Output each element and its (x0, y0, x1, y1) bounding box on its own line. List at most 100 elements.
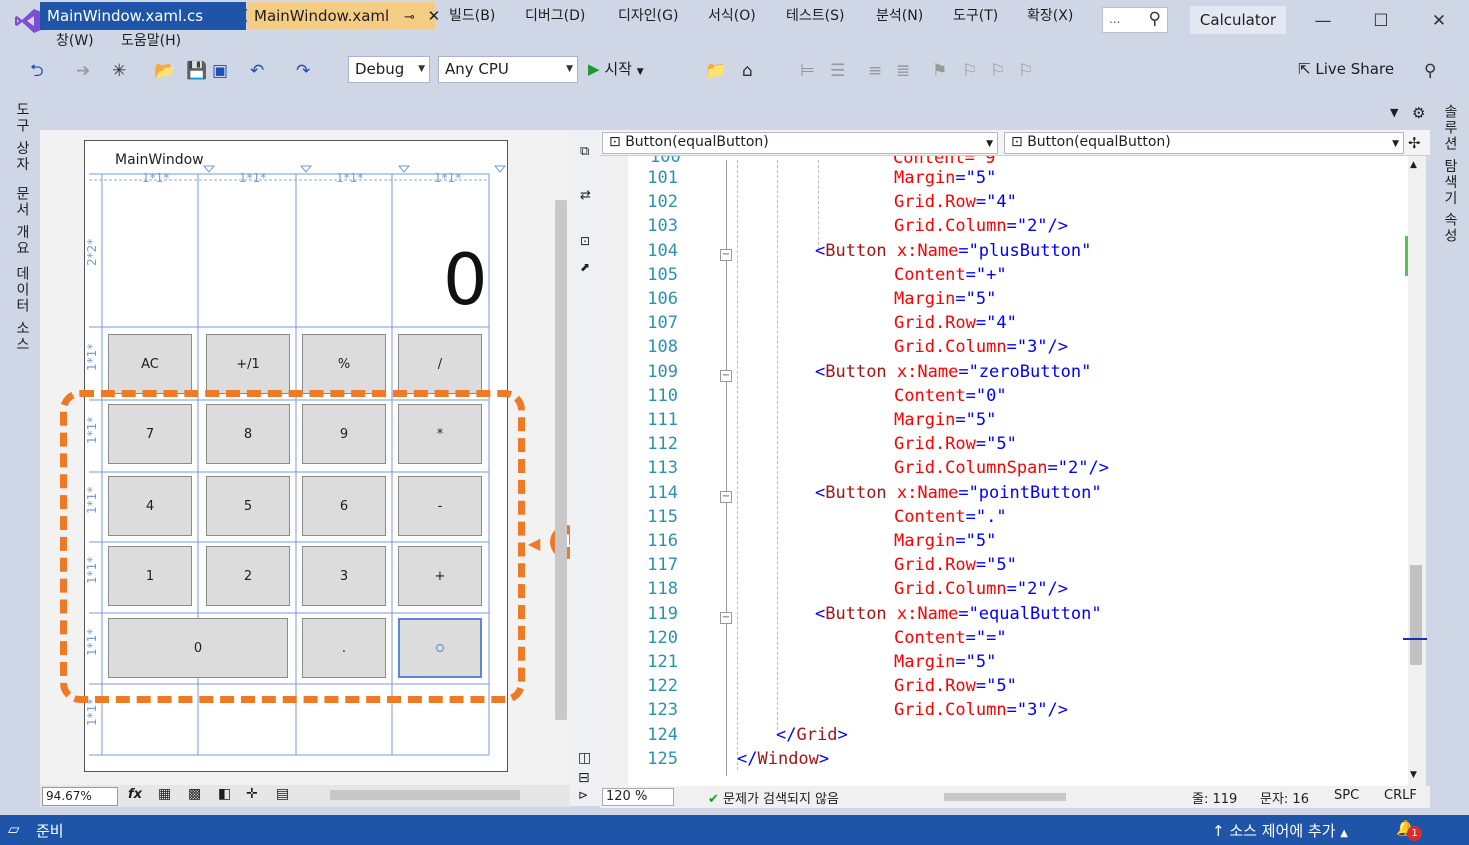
find-in-files-icon[interactable]: 📁 (705, 56, 726, 86)
grid-toggle-icon[interactable]: ▦ (158, 786, 171, 802)
collapse-block-icon[interactable]: − (720, 248, 732, 261)
platform-combo[interactable]: Any CPU ▼ (438, 56, 578, 83)
menu-item[interactable]: 빌드(B) (449, 5, 495, 25)
code-line[interactable]: <Button x:Name="equalButton" (815, 604, 1102, 624)
menu-item[interactable]: 확장(X) (1027, 5, 1073, 25)
maximize-icon[interactable]: ☐ (1366, 8, 1396, 34)
code-line[interactable]: Grid.Column="3"/> (894, 700, 1068, 720)
start-button[interactable]: ▶ 시작 ▼ (588, 58, 644, 79)
code-line[interactable]: Margin="5" (894, 531, 996, 551)
search-input[interactable]: ... ⚲ (1102, 7, 1168, 33)
artboard-icon[interactable]: ◧ (218, 786, 231, 802)
indent-icon[interactable]: ☰ (830, 56, 845, 86)
code-line[interactable]: Content="+" (894, 265, 1007, 285)
minimize-icon[interactable]: — (1308, 8, 1338, 34)
vertical-split-icon[interactable]: ◫ (578, 750, 591, 766)
clear-bookmarks-icon[interactable]: ⚐ (1018, 56, 1033, 86)
split-editor-icon[interactable]: ✢ (1408, 134, 1421, 152)
expand-pane-icon[interactable]: ⬈ (580, 260, 590, 274)
code-line[interactable]: </Window> (737, 749, 829, 769)
feedback-icon[interactable]: ⚲ (1424, 56, 1436, 86)
designer-vertical-scrollbar[interactable] (555, 200, 567, 720)
code-line[interactable]: Margin="5" (894, 168, 996, 188)
code-line[interactable]: Grid.Row="5" (894, 434, 1017, 454)
save-all-icon[interactable]: ▣ (212, 56, 228, 86)
code-line[interactable]: Grid.Row="5" (894, 676, 1017, 696)
swap-panes-icon[interactable]: ⧉ (580, 144, 589, 159)
forward-icon[interactable]: ➔ (76, 56, 90, 86)
live-share-button[interactable]: ⇱ Live Share (1298, 60, 1394, 78)
settings-gear-icon[interactable]: ⚙ (1412, 104, 1425, 122)
code-line[interactable]: Grid.Row="4" (894, 192, 1017, 212)
redo-icon[interactable]: ↷ (296, 56, 310, 86)
snap-lines-icon[interactable]: ✛ (246, 786, 258, 802)
calculator-button[interactable]: / (398, 334, 482, 394)
menu-item[interactable]: 테스트(S) (786, 5, 844, 25)
code-line[interactable]: <Button x:Name="pointButton" (815, 483, 1102, 503)
menu-item[interactable]: 분석(N) (876, 5, 923, 25)
type-dropdown[interactable]: ⊡ Button(equalButton) ▼ (602, 132, 998, 154)
comment-icon[interactable]: ≡ (868, 56, 882, 86)
uncomment-icon[interactable]: ≣ (896, 56, 910, 86)
menu-item[interactable]: 디버그(D) (525, 5, 585, 25)
toolbox-tab[interactable]: 도구 상자 (12, 102, 32, 172)
fx-toggle[interactable]: fx (128, 787, 142, 802)
scroll-down-icon[interactable]: ▼ (1410, 770, 1417, 780)
code-line[interactable]: Grid.Column="2"/> (894, 216, 1068, 236)
calculator-button[interactable]: +/1 (206, 334, 290, 394)
calculator-button[interactable]: % (302, 334, 386, 394)
collapse-block-icon[interactable]: − (720, 611, 732, 624)
close-tab-icon[interactable]: ✕ (428, 7, 441, 25)
code-line[interactable]: Content="0" (894, 386, 1007, 406)
browser-icon[interactable]: ⌂ (742, 56, 753, 86)
bookmark-icon[interactable]: ⚑ (932, 56, 947, 86)
scroll-up-icon[interactable]: ▲ (1410, 160, 1417, 170)
designer-horizontal-scrollbar[interactable] (330, 790, 520, 800)
collapse-block-icon[interactable]: − (720, 369, 732, 382)
code-line[interactable]: </Grid> (776, 725, 848, 745)
code-line[interactable]: Grid.Column="3"/> (894, 337, 1068, 357)
next-bookmark-icon[interactable]: ⚐ (990, 56, 1005, 86)
configuration-combo[interactable]: Debug ▼ (348, 56, 430, 83)
prev-bookmark-icon[interactable]: ⚐ (962, 56, 977, 86)
source-control-button[interactable]: ↑ 소스 제어에 추가 ▲ (1212, 820, 1348, 841)
horizontal-split-icon[interactable]: ⊟ (578, 770, 590, 786)
editor-scroll-thumb[interactable] (1410, 565, 1422, 665)
close-icon[interactable]: ✕ (1424, 8, 1454, 34)
code-line[interactable]: Grid.ColumnSpan="2"/> (894, 458, 1109, 478)
data-sources-tab[interactable]: 데이터 소스 (12, 266, 32, 352)
code-line[interactable]: Margin="5" (894, 410, 996, 430)
undo-icon[interactable]: ↶ (250, 56, 264, 86)
code-line[interactable]: <Button x:Name="zeroButton" (815, 362, 1091, 382)
properties-tab[interactable]: 속성 (1440, 212, 1460, 244)
code-line[interactable]: Content="." (894, 507, 1007, 527)
new-item-icon[interactable]: ✳ (112, 56, 126, 86)
collapse-block-icon[interactable]: − (720, 490, 732, 503)
pin-icon[interactable]: ⊸ (404, 10, 415, 25)
snap-gridlines-icon[interactable]: ▩ (188, 786, 201, 802)
document-outline-tab[interactable]: 문서 개요 (12, 186, 32, 256)
designer-zoom-combo[interactable]: 94.67% (42, 787, 118, 806)
code-line[interactable]: Margin="5" (894, 652, 996, 672)
project-code-icon[interactable]: ▤ (276, 786, 289, 802)
solution-explorer-tab[interactable]: 솔루션 탐색기 (1440, 104, 1460, 206)
code-line[interactable]: Grid.Row="4" (894, 313, 1017, 333)
collapse-pane-icon[interactable]: ⊡ (580, 234, 590, 248)
code-line[interactable]: Grid.Row="5" (894, 555, 1017, 575)
back-icon[interactable]: ⮌ (30, 56, 44, 86)
menu-item[interactable]: 서식(O) (708, 5, 756, 25)
calculator-button[interactable]: AC (108, 334, 192, 394)
code-line[interactable]: <Button x:Name="plusButton" (815, 241, 1091, 261)
menu-item[interactable]: 도구(T) (953, 5, 998, 25)
editor-horizontal-scrollbar[interactable] (944, 793, 1066, 801)
align-icon[interactable]: ⊨ (800, 56, 815, 86)
menu-item[interactable]: 디자인(G) (618, 5, 678, 25)
save-icon[interactable]: 💾 (186, 56, 207, 86)
code-line[interactable]: Grid.Column="2"/> (894, 579, 1068, 599)
code-line[interactable]: Margin="5" (894, 289, 996, 309)
tab-list-dropdown-icon[interactable]: ▼ (1390, 106, 1398, 119)
switch-icon[interactable]: ⇄ (580, 188, 591, 203)
editor-zoom-combo[interactable]: 120 % (602, 788, 674, 806)
code-line[interactable]: Content="=" (894, 628, 1007, 648)
member-dropdown[interactable]: ⊡ Button(equalButton) ▼ (1004, 132, 1404, 154)
